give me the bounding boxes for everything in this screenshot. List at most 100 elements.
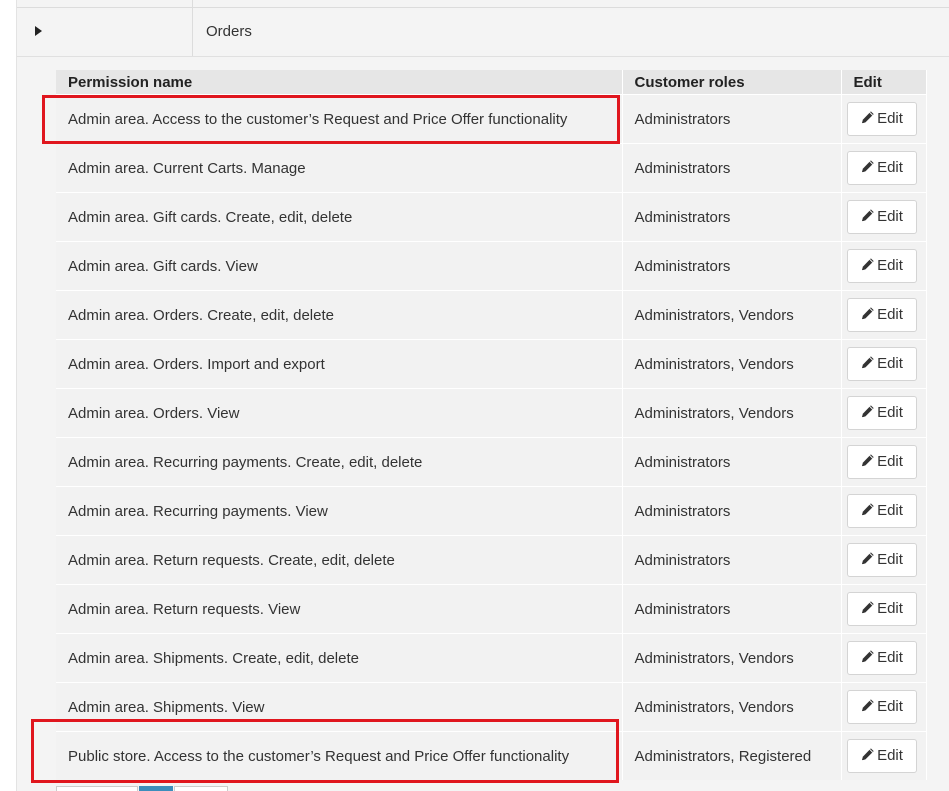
table-row: Public store. Access to the customer’s R…	[56, 731, 927, 780]
customer-roles-cell: Administrators, Registered	[622, 731, 842, 780]
permission-name-cell: Admin area. Orders. View	[56, 388, 623, 438]
pencil-icon	[860, 595, 875, 627]
customer-roles-cell: Administrators	[622, 192, 842, 242]
edit-cell: Edit	[841, 94, 927, 144]
pager-button[interactable]	[174, 786, 228, 791]
edit-button[interactable]: Edit	[846, 249, 917, 284]
edit-button-label: Edit	[877, 208, 903, 225]
edit-button[interactable]: Edit	[846, 494, 917, 529]
permission-group-panel: Orders Permission name Customer roles Ed…	[16, 0, 949, 791]
table-row: Admin area. Shipments. Create, edit, del…	[56, 633, 927, 683]
header-customer-roles[interactable]: Customer roles	[622, 70, 842, 95]
edit-button[interactable]: Edit	[846, 102, 917, 137]
edit-button[interactable]: Edit	[846, 690, 917, 725]
permissions-table: Permission name Customer roles Edit Admi…	[56, 70, 927, 780]
customer-roles-cell: Administrators	[622, 94, 842, 144]
table-body: Admin area. Access to the customer’s Req…	[56, 94, 927, 780]
edit-button-label: Edit	[877, 306, 903, 323]
pencil-icon	[860, 105, 875, 137]
header-permission-name[interactable]: Permission name	[56, 70, 623, 95]
customer-roles-cell: Administrators, Vendors	[622, 633, 842, 683]
permission-name-cell: Admin area. Shipments. View	[56, 682, 623, 732]
pencil-icon	[860, 644, 875, 676]
edit-cell: Edit	[841, 143, 927, 193]
customer-roles-cell: Administrators, Vendors	[622, 290, 842, 340]
column-divider	[192, 0, 193, 8]
expand-arrow-icon[interactable]	[35, 26, 42, 36]
pencil-icon	[860, 742, 875, 774]
table-header-row: Permission name Customer roles Edit	[56, 70, 927, 95]
edit-button[interactable]: Edit	[846, 445, 917, 480]
table-row: Admin area. Recurring payments. Create, …	[56, 437, 927, 487]
pencil-icon	[860, 399, 875, 431]
edit-button-label: Edit	[877, 110, 903, 127]
customer-roles-cell: Administrators, Vendors	[622, 388, 842, 438]
table-row: Admin area. Gift cards. View Administrato…	[56, 241, 927, 291]
pencil-icon	[860, 693, 875, 725]
edit-button[interactable]: Edit	[846, 200, 917, 235]
table-row: Admin area. Return requests. View Adminis…	[56, 584, 927, 634]
pencil-icon	[860, 546, 875, 578]
edit-cell: Edit	[841, 682, 927, 732]
table-row: Admin area. Orders. Create, edit, delete…	[56, 290, 927, 340]
permission-name-cell: Admin area. Gift cards. Create, edit, de…	[56, 192, 623, 242]
edit-cell: Edit	[841, 241, 927, 291]
edit-button[interactable]: Edit	[846, 641, 917, 676]
edit-button-label: Edit	[877, 159, 903, 176]
edit-cell: Edit	[841, 633, 927, 683]
customer-roles-cell: Administrators	[622, 486, 842, 536]
edit-button[interactable]: Edit	[846, 739, 917, 774]
edit-button[interactable]: Edit	[846, 592, 917, 627]
customer-roles-cell: Administrators	[622, 535, 842, 585]
edit-cell: Edit	[841, 339, 927, 389]
pencil-icon	[860, 252, 875, 284]
edit-button-label: Edit	[877, 551, 903, 568]
edit-button-label: Edit	[877, 453, 903, 470]
pager-button[interactable]	[56, 786, 138, 791]
pencil-icon	[860, 154, 875, 186]
pencil-icon	[860, 448, 875, 480]
table-row: Admin area. Gift cards. Create, edit, de…	[56, 192, 927, 242]
permission-name-cell: Admin area. Orders. Import and export	[56, 339, 623, 389]
edit-button[interactable]: Edit	[846, 151, 917, 186]
edit-button[interactable]: Edit	[846, 347, 917, 382]
edit-button-label: Edit	[877, 649, 903, 666]
permission-name-cell: Admin area. Current Carts. Manage	[56, 143, 623, 193]
customer-roles-cell: Administrators, Vendors	[622, 682, 842, 732]
permission-name-cell: Public store. Access to the customer’s R…	[56, 731, 623, 780]
table-row: Admin area. Return requests. Create, edi…	[56, 535, 927, 585]
table-row: Admin area. Orders. Import and export Adm…	[56, 339, 927, 389]
table-row: Admin area. Shipments. View Administrator…	[56, 682, 927, 732]
edit-button[interactable]: Edit	[846, 298, 917, 332]
customer-roles-cell: Administrators	[622, 241, 842, 291]
edit-cell: Edit	[841, 290, 927, 340]
table-row: Admin area. Recurring payments. View Admi…	[56, 486, 927, 536]
permission-name-cell: Admin area. Orders. Create, edit, delete	[56, 290, 623, 340]
pencil-icon	[860, 203, 875, 235]
customer-roles-cell: Administrators	[622, 437, 842, 487]
table-row: Admin area. Current Carts. Manage Adminis…	[56, 143, 927, 193]
edit-button-label: Edit	[877, 600, 903, 617]
customer-roles-cell: Administrators	[622, 584, 842, 634]
edit-button-label: Edit	[877, 355, 903, 372]
pencil-icon	[860, 350, 875, 382]
table-row: Admin area. Orders. View Administrators, …	[56, 388, 927, 438]
edit-cell: Edit	[841, 437, 927, 487]
pencil-icon	[860, 497, 875, 529]
edit-button-label: Edit	[877, 502, 903, 519]
column-divider	[192, 8, 193, 56]
edit-button[interactable]: Edit	[846, 543, 917, 578]
edit-button-label: Edit	[877, 257, 903, 274]
previous-group-row	[17, 0, 949, 8]
edit-cell: Edit	[841, 388, 927, 438]
permission-name-cell: Admin area. Gift cards. View	[56, 241, 623, 291]
edit-cell: Edit	[841, 731, 927, 780]
edit-cell: Edit	[841, 535, 927, 585]
group-row-orders: Orders	[17, 8, 949, 57]
pager-button-active[interactable]	[139, 786, 173, 791]
permission-name-cell: Admin area. Return requests. View	[56, 584, 623, 634]
edit-button[interactable]: Edit	[846, 396, 917, 431]
group-name: Orders	[206, 23, 252, 40]
customer-roles-cell: Administrators, Vendors	[622, 339, 842, 389]
edit-cell: Edit	[841, 584, 927, 634]
